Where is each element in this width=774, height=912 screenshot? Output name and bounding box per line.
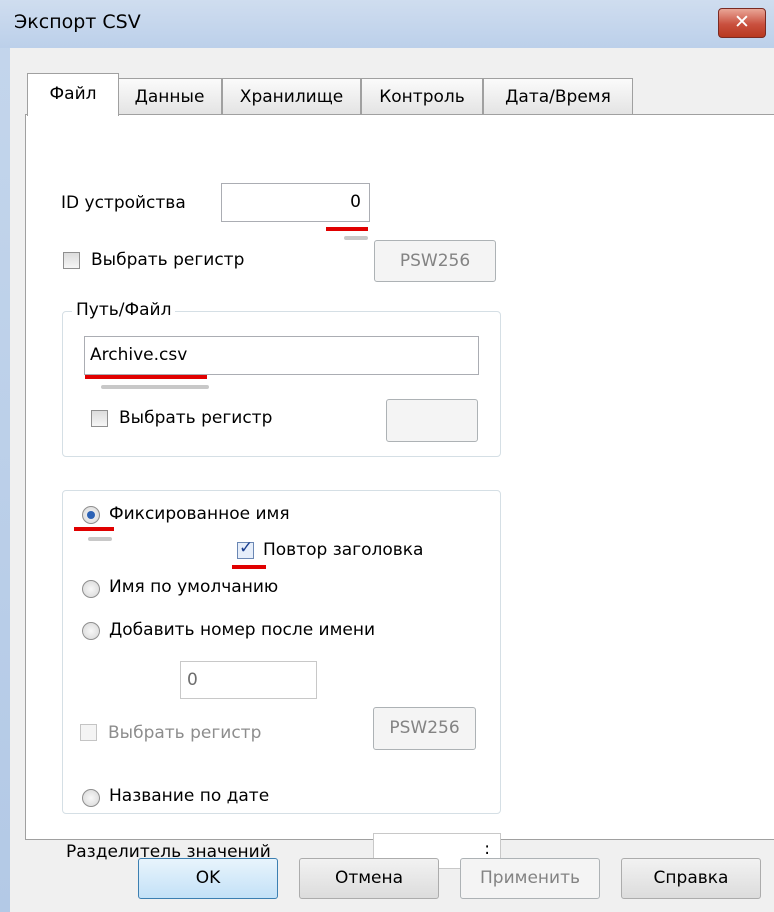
file-path-value: Archive.csv: [90, 345, 188, 365]
number-input-value: 0: [187, 670, 198, 690]
apply-button[interactable]: Применить: [460, 858, 600, 899]
radio-default-name[interactable]: [82, 580, 100, 598]
radio-date-name[interactable]: [82, 789, 100, 807]
select-register-checkbox[interactable]: [63, 252, 80, 269]
add-number-label: Добавить номер после имени: [109, 620, 376, 640]
red-underline-device: [326, 227, 368, 231]
close-button[interactable]: ✕: [718, 8, 766, 38]
date-name-label: Название по дате: [109, 786, 270, 806]
file-path-input[interactable]: Archive.csv: [84, 336, 479, 375]
select-register-psw-button[interactable]: PSW256: [374, 240, 496, 282]
tab-control[interactable]: Контроль: [361, 78, 483, 115]
underline-shadow: [344, 236, 368, 240]
title-bar[interactable]: Экспорт CSV ✕: [0, 0, 774, 48]
check-mark-icon: ✓: [239, 538, 254, 558]
dialog-title: Экспорт CSV: [14, 11, 141, 33]
ok-button[interactable]: OK: [138, 858, 278, 899]
tab-panel-file: ID устройства 0 Выбрать регистр PSW256 П…: [25, 114, 774, 884]
path-select-register-button[interactable]: [386, 399, 478, 442]
device-id-label: ID устройства: [61, 193, 186, 213]
red-underline-file: [85, 375, 207, 379]
close-icon: ✕: [734, 11, 750, 33]
red-underline-radio: [74, 527, 114, 531]
naming-select-register-button[interactable]: PSW256: [373, 707, 476, 750]
underline-shadow: [101, 385, 209, 389]
fixed-name-label: Фиксированное имя: [109, 504, 290, 524]
number-input[interactable]: 0: [180, 661, 317, 699]
default-name-label: Имя по умолчанию: [109, 577, 279, 597]
dialog-client-area: Файл Данные Хранилище Контроль Дата/Врем…: [10, 48, 774, 912]
path-file-group-title: Путь/Файл: [72, 300, 176, 320]
tab-file[interactable]: Файл: [27, 73, 119, 116]
select-register-label: Выбрать регистр: [91, 250, 245, 270]
help-button[interactable]: Справка: [621, 858, 761, 899]
tab-datetime[interactable]: Дата/Время: [483, 78, 633, 115]
naming-options-group: [62, 490, 501, 814]
radio-fixed-name[interactable]: [82, 506, 100, 524]
device-id-input[interactable]: 0: [221, 183, 370, 222]
red-underline-checkbox: [232, 565, 266, 569]
naming-select-register-label: Выбрать регистр: [108, 723, 262, 743]
device-id-value: 0: [350, 192, 361, 212]
path-select-register-label: Выбрать регистр: [119, 408, 273, 428]
tab-storage[interactable]: Хранилище: [222, 78, 361, 115]
radio-add-number[interactable]: [82, 622, 100, 640]
underline-shadow: [88, 537, 112, 541]
cancel-button[interactable]: Отмена: [299, 858, 439, 899]
separator-value: :: [484, 839, 490, 859]
naming-select-register-checkbox[interactable]: [80, 724, 97, 741]
repeat-header-checkbox[interactable]: ✓: [237, 538, 254, 559]
export-csv-dialog: Экспорт CSV ✕ Файл Данные Хранилище Конт…: [0, 0, 774, 912]
repeat-header-label: Повтор заголовка: [263, 540, 424, 560]
path-select-register-checkbox[interactable]: [91, 410, 108, 427]
tab-data[interactable]: Данные: [117, 78, 222, 115]
